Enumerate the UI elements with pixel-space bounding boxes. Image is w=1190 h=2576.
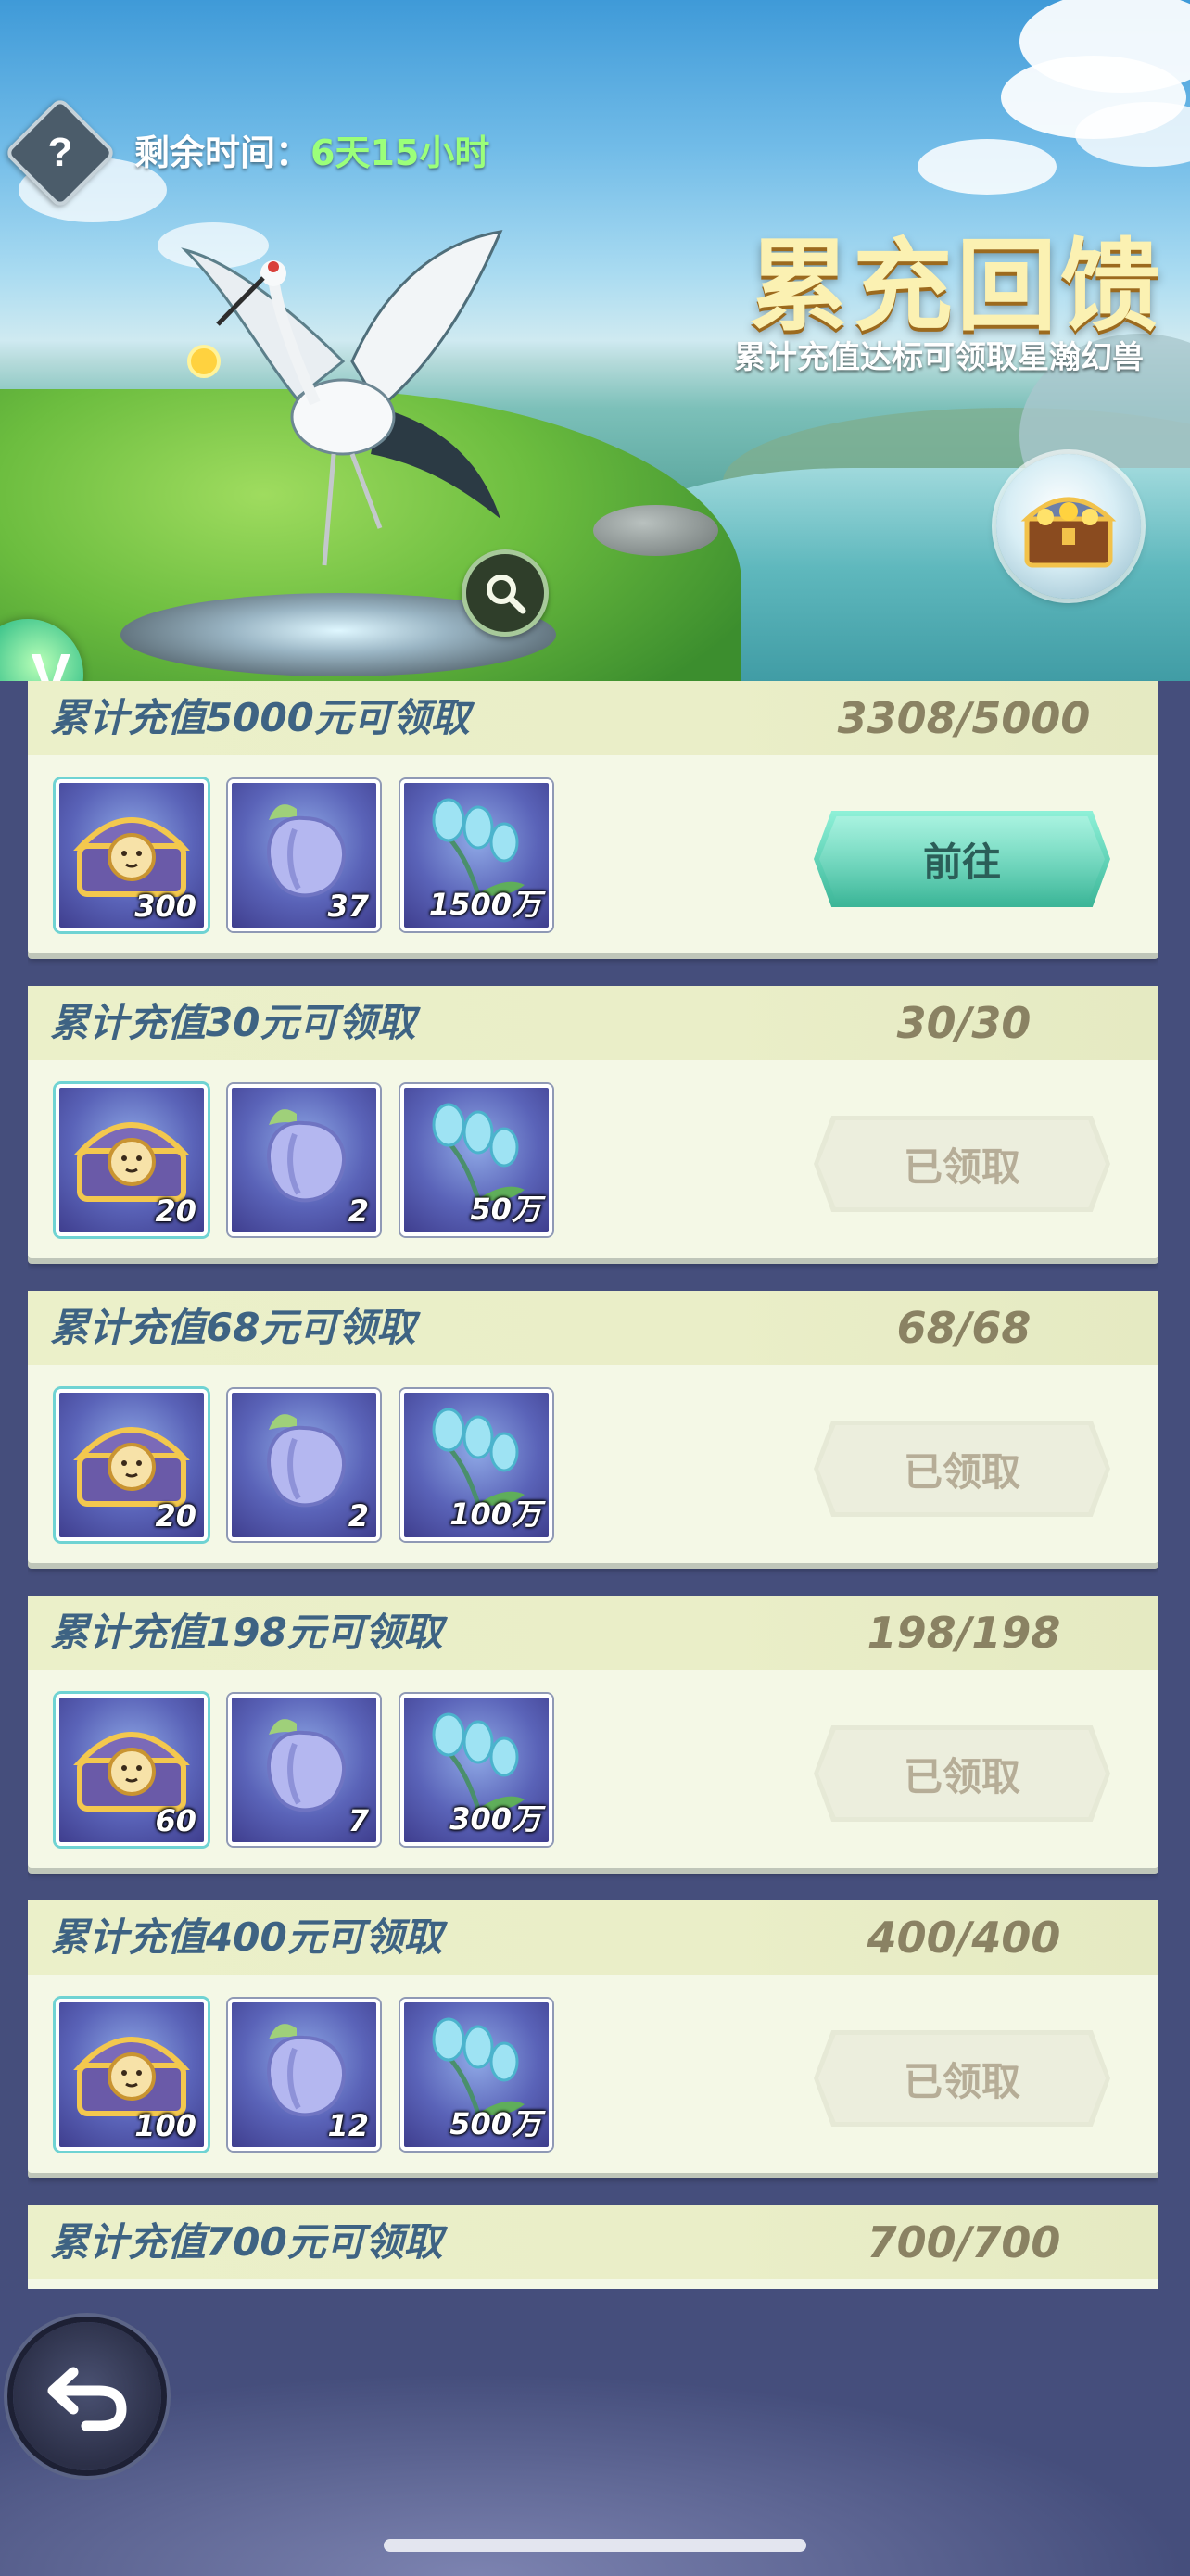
reward-threshold-label: 累计充值400元可领取 bbox=[50, 1914, 443, 1960]
reward-card-header: 累计充值68元可领取 68/68 bbox=[28, 1291, 1158, 1365]
reward-item-quantity: 20 bbox=[155, 1498, 196, 1534]
reward-card: 累计充值198元可领取 198/198 60 7 300万 已领取 bbox=[28, 1596, 1158, 1868]
reward-item-quantity: 12 bbox=[327, 2108, 369, 2143]
reward-progress: 3308/5000 bbox=[837, 693, 1091, 743]
event-title: 累充回馈 bbox=[748, 229, 1164, 345]
reward-item-quantity: 2 bbox=[348, 1498, 369, 1534]
reward-card: 累计充值700元可领取 700/700 bbox=[28, 2205, 1158, 2289]
reward-item-quantity: 60 bbox=[155, 1803, 196, 1838]
treasure-chest-button[interactable] bbox=[996, 454, 1141, 599]
back-arrow-icon bbox=[47, 2367, 127, 2431]
reward-button-label: 前往 bbox=[922, 839, 1001, 885]
reward-item-quantity: 1500万 bbox=[428, 887, 541, 922]
event-subtitle: 累计充值达标可领取星瀚幻兽 bbox=[734, 339, 1144, 376]
reward-progress: 400/400 bbox=[867, 1913, 1061, 1963]
question-mark-icon: ? bbox=[47, 130, 73, 175]
reward-item-quantity: 20 bbox=[155, 1193, 196, 1229]
reward-item-quantity: 7 bbox=[348, 1803, 369, 1838]
reward-item-slot[interactable]: 100万 bbox=[400, 1389, 552, 1541]
reward-item-slot[interactable]: 12 bbox=[228, 1999, 380, 2151]
claimed-button[interactable]: 已领取 bbox=[814, 1725, 1110, 1822]
claimed-button[interactable]: 已领取 bbox=[814, 1421, 1110, 1517]
reward-item-slot[interactable]: 50万 bbox=[400, 1084, 552, 1236]
reward-threshold-label: 累计充值5000元可领取 bbox=[50, 695, 470, 740]
remaining-time-label: 剩余时间： bbox=[134, 133, 311, 173]
reward-item-slot[interactable]: 20 bbox=[56, 1084, 208, 1236]
back-button[interactable] bbox=[13, 2322, 161, 2470]
reward-items: 20 2 100万 bbox=[56, 1389, 552, 1541]
reward-item-quantity: 100万 bbox=[449, 1496, 541, 1532]
reward-threshold-label: 累计充值198元可领取 bbox=[50, 1610, 443, 1655]
reward-item-slot[interactable]: 60 bbox=[56, 1694, 208, 1846]
magnifier-icon bbox=[487, 575, 526, 614]
reward-card-header: 累计充值700元可领取 700/700 bbox=[28, 2205, 1158, 2279]
reward-button-label: 已领取 bbox=[903, 1143, 1020, 1190]
reward-card: 累计充值30元可领取 30/30 20 2 50万 已领取 bbox=[28, 986, 1158, 1258]
reward-progress: 68/68 bbox=[896, 1303, 1032, 1353]
remaining-time: 剩余时间：6天15小时 bbox=[134, 125, 489, 181]
reward-items: 20 2 50万 bbox=[56, 1084, 552, 1236]
reward-item-quantity: 500万 bbox=[449, 2106, 541, 2141]
reward-threshold-label: 累计充值700元可领取 bbox=[50, 2219, 443, 2265]
reward-threshold-label: 累计充值30元可领取 bbox=[50, 1000, 416, 1045]
reward-item-slot[interactable]: 7 bbox=[228, 1694, 380, 1846]
reward-item-quantity: 2 bbox=[348, 1193, 369, 1229]
reward-card-header: 累计充值30元可领取 30/30 bbox=[28, 986, 1158, 1060]
claimed-button[interactable]: 已领取 bbox=[814, 2030, 1110, 2127]
crane-beast-illustration bbox=[181, 230, 503, 566]
reward-button-label: 已领取 bbox=[903, 2058, 1020, 2104]
claimed-button[interactable]: 已领取 bbox=[814, 1116, 1110, 1212]
reward-item-slot[interactable]: 100 bbox=[56, 1999, 208, 2151]
reward-item-quantity: 37 bbox=[327, 889, 369, 924]
reward-card-header: 累计充值5000元可领取 3308/5000 bbox=[28, 681, 1158, 755]
remaining-time-value: 6天15小时 bbox=[310, 133, 490, 173]
reward-item-slot[interactable]: 300 bbox=[56, 779, 208, 931]
reward-item-quantity: 100 bbox=[134, 2108, 196, 2143]
zoom-button[interactable] bbox=[462, 549, 549, 637]
vip-v-icon: V bbox=[31, 641, 70, 681]
event-banner: ? 剩余时间：6天15小时 累充回馈 累计充值达标可领取星瀚幻兽 V bbox=[0, 0, 1190, 681]
reward-progress: 700/700 bbox=[867, 2217, 1061, 2267]
reward-item-slot[interactable]: 2 bbox=[228, 1389, 380, 1541]
home-indicator[interactable] bbox=[384, 2539, 806, 2552]
reward-button-label: 已领取 bbox=[903, 1753, 1020, 1799]
reward-item-slot[interactable]: 500万 bbox=[400, 1999, 552, 2151]
reward-items: 300 37 1500万 bbox=[56, 779, 552, 931]
treasure-chest-icon bbox=[1020, 497, 1117, 568]
reward-progress: 198/198 bbox=[867, 1608, 1061, 1658]
reward-items: 60 7 300万 bbox=[56, 1694, 552, 1846]
reward-card-header: 累计充值400元可领取 400/400 bbox=[28, 1900, 1158, 1975]
reward-item-slot[interactable]: 20 bbox=[56, 1389, 208, 1541]
reward-card: 累计充值68元可领取 68/68 20 2 100万 已领取 bbox=[28, 1291, 1158, 1563]
reward-item-quantity: 50万 bbox=[470, 1192, 541, 1227]
reward-progress: 30/30 bbox=[896, 998, 1032, 1048]
reward-item-slot[interactable]: 300万 bbox=[400, 1694, 552, 1846]
reward-button-label: 已领取 bbox=[903, 1448, 1020, 1495]
reward-item-slot[interactable]: 37 bbox=[228, 779, 380, 931]
reward-item-quantity: 300 bbox=[134, 889, 196, 924]
reward-threshold-label: 累计充值68元可领取 bbox=[50, 1305, 416, 1350]
reward-card-header: 累计充值198元可领取 198/198 bbox=[28, 1596, 1158, 1670]
reward-item-slot[interactable]: 2 bbox=[228, 1084, 380, 1236]
reward-item-quantity: 300万 bbox=[449, 1801, 541, 1837]
go-button[interactable]: 前往 bbox=[814, 811, 1110, 907]
reward-card: 累计充值400元可领取 400/400 100 12 500万 已领取 bbox=[28, 1900, 1158, 2173]
reward-list[interactable]: 累计充值5000元可领取 3308/5000 300 37 1500万 前往累计充值30元… bbox=[28, 681, 1158, 2289]
reward-item-slot[interactable]: 1500万 bbox=[400, 779, 552, 931]
reward-card: 累计充值5000元可领取 3308/5000 300 37 1500万 前往 bbox=[28, 681, 1158, 953]
reward-items: 100 12 500万 bbox=[56, 1999, 552, 2151]
